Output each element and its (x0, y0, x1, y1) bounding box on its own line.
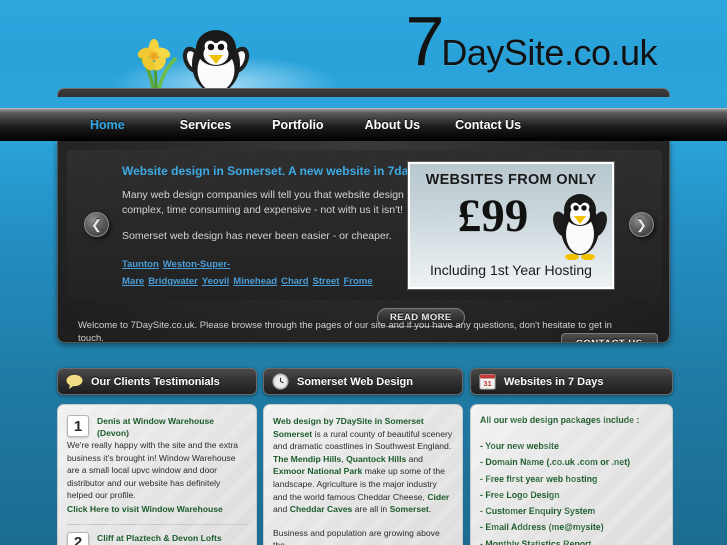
logo-seven: 7 (405, 2, 444, 80)
testimonial-author: Cliff at Plaztech & Devon Lofts (97, 532, 222, 543)
logo-text: DaySite.co.uk (441, 32, 657, 73)
nav-item-about-us[interactable]: About Us (365, 118, 421, 132)
somerset-body: Web design by 7DaySite in Somerset Somer… (263, 404, 463, 545)
nav-item-home[interactable]: Home (90, 118, 125, 132)
somerset-title: Web design by 7DaySite in Somerset (273, 416, 424, 426)
testimonial-number: 1 (67, 415, 89, 437)
promo-banner[interactable]: WEBSITES FROM ONLY £99 Including 1st Yea… (408, 162, 614, 289)
somerset-header-label: Somerset Web Design (297, 375, 413, 388)
package-item: - Domain Name (.co.uk .com or .net) (480, 457, 631, 468)
slider-prev-arrow-icon[interactable]: ❮ (84, 212, 109, 237)
nav-item-services[interactable]: Services (180, 118, 231, 132)
testimonial-divider (67, 523, 247, 525)
site-header: 7 DaySite.co.uk (0, 0, 727, 97)
somerset-paragraph: Somerset is a rural county of beautiful … (273, 428, 453, 515)
column-somerset-web-design: Somerset Web Design Web design by 7DaySi… (263, 368, 463, 545)
testimonial-link[interactable]: Click Here to visit Window Warehouse (67, 504, 247, 514)
testimonials-body: 1 Denis at Window Warehouse (Devon) We'r… (57, 404, 257, 545)
package-item: - Free Logo Design (480, 489, 560, 500)
somerset-header: Somerset Web Design (263, 368, 463, 395)
slide-title: Website design in Somerset. A new websit… (122, 164, 426, 178)
column-websites-in-7-days: 31 Websites in 7 Days All our web design… (470, 368, 673, 545)
contact-us-button[interactable]: CONTACT US (561, 333, 658, 342)
penguin-mascot-icon (182, 30, 250, 96)
welcome-text: Welcome to 7DaySite.co.uk. Please browse… (78, 320, 612, 343)
town-link-taunton[interactable]: Taunton (122, 259, 159, 270)
testimonials-header-label: Our Clients Testimonials (91, 375, 220, 388)
calendar-icon: 31 (479, 374, 496, 390)
clock-icon (272, 373, 289, 390)
nav-item-portfolio[interactable]: Portfolio (272, 118, 323, 132)
testimonial-author: Denis at Window Warehouse (Devon) (97, 416, 215, 438)
site-logo[interactable]: 7 DaySite.co.uk (405, 2, 657, 80)
hero-slider: Website design in Somerset. A new websit… (67, 150, 662, 327)
slide-paragraph-2: Somerset web design has never been easie… (122, 230, 392, 242)
town-link-bridgwater[interactable]: Bridgwater (148, 276, 198, 287)
town-link-street[interactable]: Street (313, 276, 340, 287)
town-link-minehead[interactable]: Minehead (233, 276, 277, 287)
package-item: - Your new website (480, 441, 559, 451)
promo-subline: Including 1st Year Hosting (430, 262, 592, 278)
main-navigation: Home Services Portfolio About Us Contact… (0, 108, 727, 141)
nav-shelf (57, 88, 670, 97)
hero-shell: Website design in Somerset. A new websit… (57, 141, 670, 343)
testimonial-item-2: 2 Cliff at Plaztech & Devon Lofts When t… (67, 531, 247, 545)
package-item: - Customer Enquiry System (480, 506, 596, 517)
promo-headline: WEBSITES FROM ONLY (425, 172, 597, 188)
column-testimonials: Our Clients Testimonials 1 Denis at Wind… (57, 368, 257, 545)
promo-penguin-icon (553, 194, 607, 260)
nav-item-contact-us[interactable]: Contact Us (455, 118, 521, 132)
package-item: - Email Address (me@mysite) (480, 522, 604, 533)
packages-title: All our web design packages include : (480, 415, 640, 425)
package-item: - Free first year web hosting (480, 473, 598, 484)
packages-header: 31 Websites in 7 Days (470, 368, 673, 395)
slide-paragraph-1: Many web design companies will tell you … (122, 189, 415, 216)
somerset-paragraph-2: Business and population are growing abov… (273, 527, 440, 545)
calendar-day: 31 (483, 379, 491, 388)
town-link-chard[interactable]: Chard (281, 276, 308, 287)
testimonial-item-1: 1 Denis at Window Warehouse (Devon) We'r… (67, 415, 247, 514)
packages-body: All our web design packages include : - … (470, 404, 673, 545)
package-item: - Monthly Statistics Report (480, 538, 592, 545)
testimonial-number: 2 (67, 531, 89, 545)
slider-next-arrow-icon[interactable]: ❯ (629, 212, 654, 237)
slide-town-links: Taunton Weston-Super-Mare Bridgwater Yeovil… (122, 255, 442, 289)
town-link-yeovil[interactable]: Yeovil (202, 276, 229, 287)
packages-header-label: Websites in 7 Days (504, 375, 604, 388)
testimonial-text: We're really happy with the site and the… (67, 440, 239, 500)
slide-content: Website design in Somerset. A new websit… (122, 164, 442, 289)
town-link-frome[interactable]: Frome (343, 276, 372, 287)
testimonials-header: Our Clients Testimonials (57, 368, 257, 395)
speech-bubble-icon (66, 374, 83, 389)
